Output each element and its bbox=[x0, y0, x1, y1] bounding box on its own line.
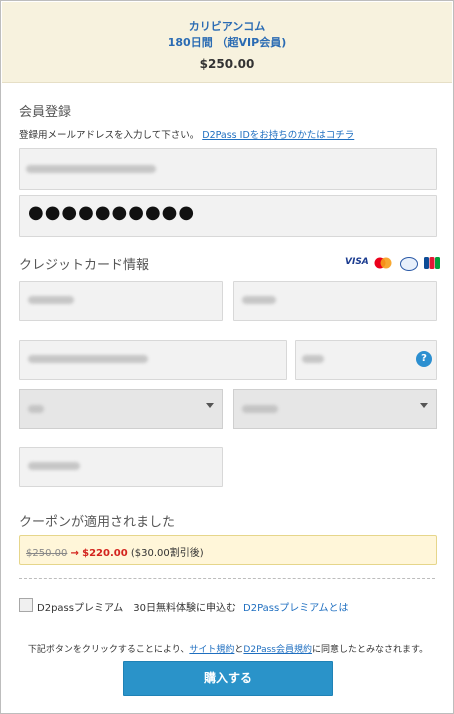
product-price: $250.00 bbox=[199, 57, 255, 71]
buy-button[interactable]: 購入する bbox=[123, 661, 333, 696]
password-mask: ●●●●●●●●●● bbox=[28, 202, 196, 223]
divider bbox=[19, 578, 435, 579]
jcb-icon bbox=[424, 257, 440, 269]
premium-checkbox-label: D2passプレミアム 30日無料体験に申込む bbox=[37, 603, 236, 614]
signup-title: 会員登録 bbox=[19, 105, 72, 120]
email-help-prefix: 登録用メールアドレスを入力して下さい。 bbox=[19, 130, 200, 141]
checkout-panel: カリビアンコム 180日間 （超VIP会員) $250.00 会員登録 登録用メ… bbox=[0, 0, 454, 714]
arrow-icon: → bbox=[70, 548, 79, 559]
email-field[interactable] bbox=[19, 148, 437, 190]
coupon-title: クーポンが適用されました bbox=[19, 515, 176, 530]
old-price: $250.00 bbox=[26, 548, 68, 559]
password-field[interactable]: ●●●●●●●●●● bbox=[19, 195, 437, 237]
coupon-box: $250.00 → $220.00 ($30.00割引後) bbox=[19, 535, 437, 565]
chevron-down-icon bbox=[420, 403, 428, 408]
legal-note: 下記ボタンをクリックすることにより、サイト規約とD2Pass会員規約に同意したと… bbox=[1, 642, 454, 655]
expiry-year-select[interactable] bbox=[233, 389, 437, 429]
new-price: $220.00 bbox=[82, 548, 128, 559]
credit-card-title: クレジットカード情報 bbox=[19, 258, 150, 273]
d2pass-terms-link[interactable]: D2Pass会員規約 bbox=[243, 645, 312, 655]
product-name: カリビアンコム bbox=[188, 20, 266, 33]
d2pass-login-link[interactable]: D2Pass IDをお持ちのかたはコチラ bbox=[202, 130, 354, 141]
chevron-down-icon bbox=[206, 403, 214, 408]
visa-icon: VISA bbox=[345, 257, 369, 267]
diners-icon bbox=[400, 257, 418, 271]
card-number-field[interactable] bbox=[19, 340, 287, 380]
product-summary: カリビアンコム 180日間 （超VIP会員) $250.00 bbox=[2, 2, 452, 83]
card-first-name-field[interactable] bbox=[19, 281, 223, 321]
card-extra-field[interactable] bbox=[19, 447, 223, 487]
cvv-field[interactable]: ? bbox=[295, 340, 437, 380]
site-terms-link[interactable]: サイト規約 bbox=[189, 645, 234, 655]
cvv-help-icon[interactable]: ? bbox=[416, 351, 432, 367]
coupon-price-summary: $250.00 → $220.00 ($30.00割引後) bbox=[26, 544, 204, 559]
email-help-text: 登録用メールアドレスを入力して下さい。 D2Pass IDをお持ちのかたはコチラ bbox=[19, 127, 354, 141]
product-plan: 180日間 （超VIP会員) bbox=[167, 36, 287, 49]
legal-suffix: に同意したとみなされます。 bbox=[311, 645, 429, 655]
mastercard-icon bbox=[374, 257, 392, 269]
premium-checkbox[interactable] bbox=[19, 598, 33, 612]
discount-note: ($30.00割引後) bbox=[130, 548, 204, 559]
expiry-month-select[interactable] bbox=[19, 389, 223, 429]
card-last-name-field[interactable] bbox=[233, 281, 437, 321]
premium-info-link[interactable]: D2Passプレミアムとは bbox=[243, 599, 349, 614]
legal-prefix: 下記ボタンをクリックすることにより、 bbox=[27, 645, 190, 655]
